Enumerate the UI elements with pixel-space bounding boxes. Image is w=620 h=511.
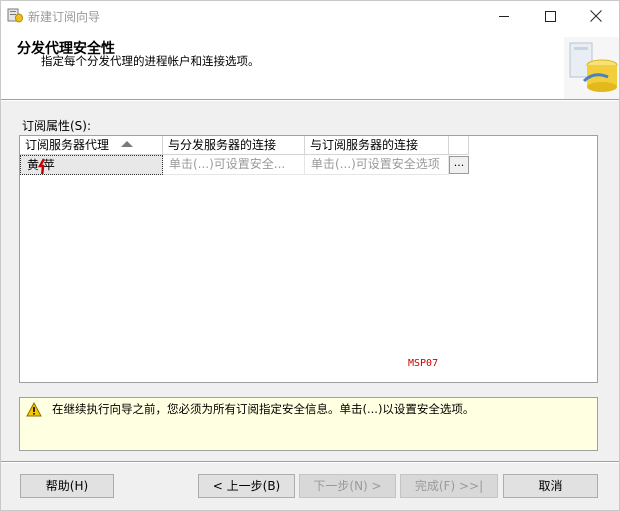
cell-subscriber-agent[interactable]: 黄 苹	[20, 155, 163, 175]
wizard-database-icon	[564, 37, 619, 99]
column-header-subscriber-agent[interactable]: 订阅服务器代理	[20, 136, 163, 155]
finish-button[interactable]: 完成(F) >>|	[400, 474, 498, 498]
app-icon	[7, 8, 23, 23]
table-row[interactable]: 黄 苹 单击(...)可设置安全... 单击(...)可设置安全选项 ...	[20, 155, 469, 175]
maximize-button[interactable]	[527, 1, 573, 31]
next-button[interactable]: 下一步(N) >	[299, 474, 396, 498]
minimize-button[interactable]	[481, 1, 527, 31]
close-button[interactable]	[573, 1, 619, 31]
security-options-button[interactable]: ...	[449, 156, 469, 174]
help-button[interactable]: 帮助(H)	[20, 474, 114, 498]
column-header-label: 与订阅服务器的连接	[310, 138, 419, 152]
column-header-label: 订阅服务器代理	[25, 138, 110, 152]
window-title: 新建订阅向导	[28, 10, 101, 24]
column-header-subscriber-connection[interactable]: 与订阅服务器的连接	[305, 136, 449, 155]
maximize-icon	[544, 10, 556, 22]
subscription-properties-label: 订阅属性(S):	[22, 119, 92, 133]
watermark-text: MSP07	[408, 358, 439, 369]
back-button[interactable]: < 上一步(B)	[198, 474, 295, 498]
footer-divider	[1, 461, 619, 463]
cancel-button[interactable]: 取消	[503, 474, 598, 498]
subscription-properties-grid: 订阅服务器代理 与分发服务器的连接 与订阅服务器的连接 黄 苹 单击(...)可	[19, 135, 598, 383]
column-header-label: 与分发服务器的连接	[168, 138, 277, 152]
text-cursor-icon	[37, 158, 46, 174]
title-bar: 新建订阅向导	[1, 1, 619, 31]
header-divider	[1, 99, 619, 101]
grid-header: 订阅服务器代理 与分发服务器的连接 与订阅服务器的连接	[20, 136, 469, 155]
warning-message-text: 在继续执行向导之前，您必须为所有订阅指定安全信息。单击(...)以设置安全选项。	[52, 402, 475, 416]
column-header-distributor-connection[interactable]: 与分发服务器的连接	[163, 136, 305, 155]
new-subscription-wizard-window: 新建订阅向导 分发代理安全性 指定每个分发代理的进程帐户和连接选项。 订阅属性(…	[0, 0, 620, 511]
sort-ascending-icon	[121, 141, 133, 147]
wizard-header: 分发代理安全性 指定每个分发代理的进程帐户和连接选项。	[1, 31, 619, 99]
close-icon	[590, 10, 602, 22]
page-subtitle: 指定每个分发代理的进程帐户和连接选项。	[41, 54, 260, 68]
warning-message-box: 在继续执行向导之前，您必须为所有订阅指定安全信息。单击(...)以设置安全选项。	[19, 397, 598, 451]
warning-icon	[26, 401, 42, 417]
column-header-button	[449, 136, 469, 155]
cell-distributor-connection[interactable]: 单击(...)可设置安全...	[163, 155, 305, 175]
cell-subscriber-connection[interactable]: 单击(...)可设置安全选项	[305, 155, 449, 175]
minimize-icon	[498, 15, 509, 17]
